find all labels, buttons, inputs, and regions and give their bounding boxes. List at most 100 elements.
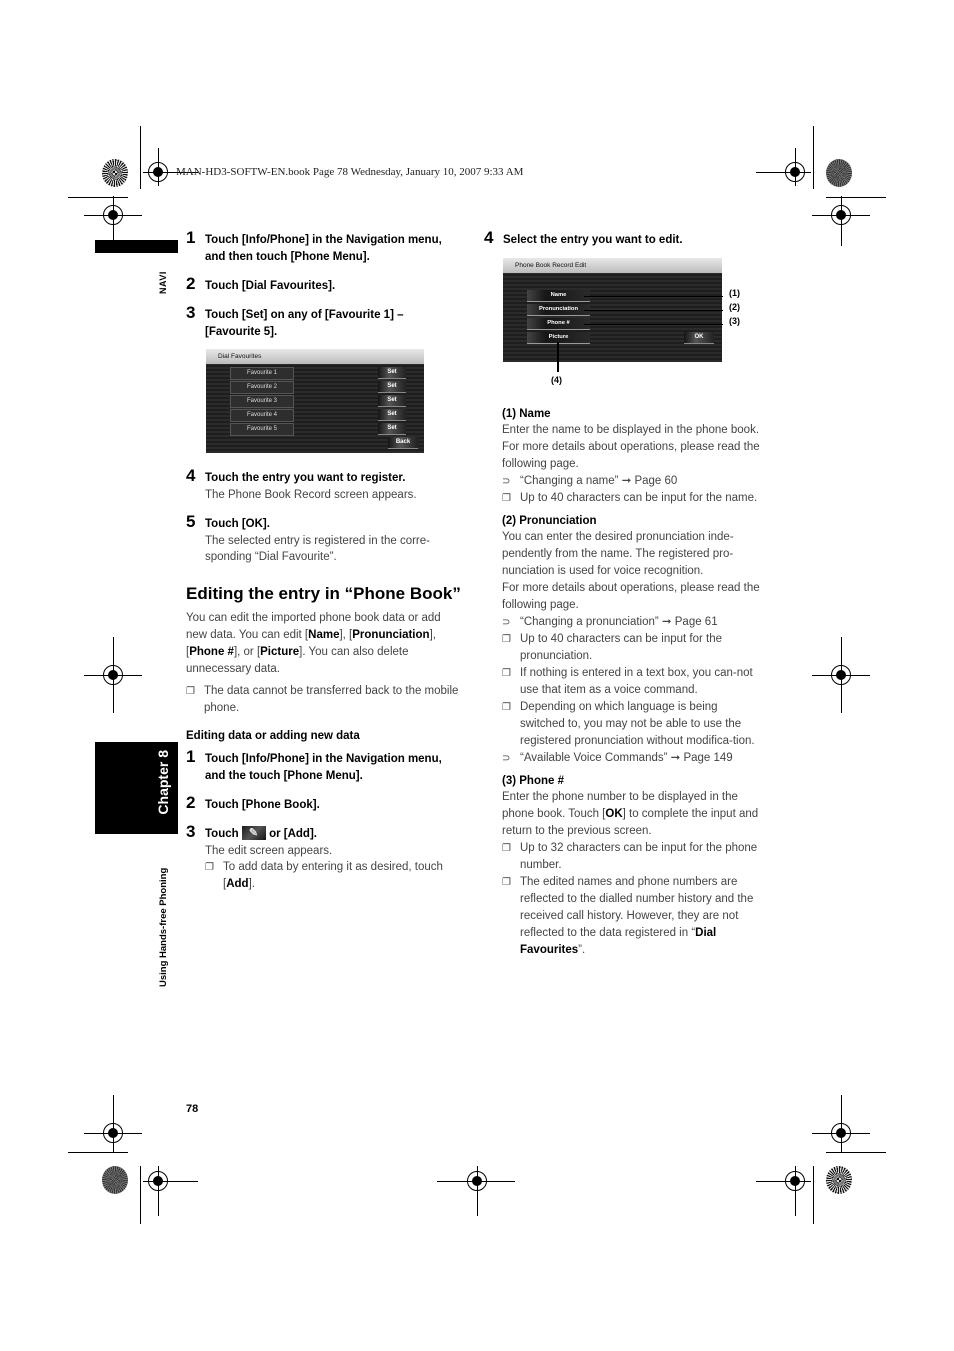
note-item: ❐ Up to 32 characters can be input for t… — [502, 840, 762, 874]
bold-term: Add — [226, 878, 249, 890]
step-text: Touch [Phone Book]. — [205, 798, 320, 811]
navi-tab-label: NAVI — [158, 271, 168, 294]
step-number: 3 — [186, 821, 196, 841]
note-text: Depending on which language is being swi… — [520, 701, 755, 747]
note-box-icon: ❐ — [502, 634, 511, 645]
note-item: ❐ To add data by entering it as desired,… — [205, 859, 461, 893]
ok-button[interactable]: OK — [684, 332, 714, 344]
favourite-field[interactable]: Favourite 3 — [230, 395, 294, 408]
crop-mark — [140, 1166, 141, 1224]
crop-mark — [826, 1152, 886, 1153]
crop-mark — [826, 197, 886, 198]
crop-mark — [143, 1181, 198, 1182]
favourite-field[interactable]: Favourite 5 — [230, 423, 294, 436]
set-button[interactable]: Set — [378, 367, 406, 379]
item-heading: (1) Name — [502, 408, 551, 420]
reference-link[interactable]: “Changing a name” ➞ Page 60 — [520, 475, 677, 487]
note-box-icon: ❐ — [186, 685, 195, 697]
callout-line — [584, 310, 723, 311]
callout-label: (2) — [729, 302, 740, 312]
crop-mark — [756, 1181, 811, 1182]
note-item: ❐ The edited names and phone numbers are… — [502, 874, 762, 959]
callout-label: (4) — [551, 375, 562, 385]
step-number: 1 — [186, 746, 196, 766]
step: 3 Touch [Set] on any of [Favourite 1] – … — [186, 303, 461, 341]
pronunciation-button[interactable]: Pronunciation — [527, 304, 590, 316]
step-text: Touch [Info/Phone] in the Navigation men… — [205, 234, 442, 263]
reference-arrow-icon: ⊃ — [502, 617, 511, 628]
step-text: Touch or [Add]. — [205, 825, 461, 843]
paragraph: Enter the name to be displayed in the ph… — [502, 424, 760, 436]
crop-mark — [841, 1095, 842, 1153]
crop-mark — [795, 148, 796, 186]
note-box-icon: ❐ — [205, 862, 214, 873]
note-box-icon: ❐ — [502, 843, 511, 854]
section-side-label: Using Hands-free Phoning — [158, 867, 169, 987]
set-button[interactable]: Set — [378, 409, 406, 421]
note-box-icon: ❐ — [502, 493, 511, 504]
note-box-icon: ❐ — [502, 877, 511, 888]
section-title: Editing the entry in “Phone Book” — [186, 583, 461, 603]
right-column: 4 Select the entry you want to edit. — [484, 228, 759, 257]
step-description: The selected entry is registered in the … — [205, 534, 430, 564]
print-header: MAN-HD3-SOFTW-EN.book Page 78 Wednesday,… — [176, 166, 524, 178]
phone-number-button[interactable]: Phone # — [527, 318, 590, 330]
callout-line — [584, 296, 723, 297]
crop-mark — [113, 196, 114, 246]
step-number: 5 — [186, 511, 196, 531]
text: ], or [ — [233, 645, 261, 658]
crop-mark — [813, 126, 814, 189]
crop-mark — [113, 637, 114, 713]
note-text: ]. — [248, 878, 255, 890]
note-text: The edited names and phone numbers are r… — [520, 876, 754, 939]
bold-term: Name — [308, 628, 340, 641]
reference-arrow-icon: ⊃ — [502, 476, 511, 487]
bold-term: Picture — [260, 645, 300, 658]
crop-mark — [437, 1181, 515, 1182]
note-text: To add data by entering it as desired, t… — [223, 861, 443, 890]
crop-mark — [756, 172, 811, 173]
reference-arrow-icon: ⊃ — [502, 753, 511, 764]
name-button[interactable]: Name — [527, 290, 590, 302]
step: 3 Touch or [Add]. The edit screen appear… — [186, 822, 461, 894]
reference-item[interactable]: ⊃ “Changing a name” ➞ Page 60 — [502, 473, 762, 490]
step: 1 Touch [Info/Phone] in the Navigation m… — [186, 747, 461, 785]
paragraph: For more details about operations, pleas… — [502, 441, 760, 470]
note-item: ❐ Depending on which language is being s… — [502, 699, 762, 750]
note-item: ❐ The data cannot be transferred back to… — [186, 683, 461, 717]
set-button[interactable]: Set — [378, 395, 406, 407]
item-heading: (2) Pronunciation — [502, 515, 597, 527]
favourite-field[interactable]: Favourite 2 — [230, 381, 294, 394]
note-item: ❐ Up to 40 characters can be input for t… — [502, 631, 762, 665]
crop-mark — [841, 196, 842, 246]
bold-term: Pronunciation — [352, 628, 430, 641]
back-button[interactable]: Back — [388, 437, 418, 449]
note-text: Up to 40 characters can be input for the… — [520, 492, 758, 504]
reference-item[interactable]: ⊃ “Available Voice Commands” ➞ Page 149 — [502, 750, 762, 767]
reference-link[interactable]: “Available Voice Commands” ➞ Page 149 — [520, 752, 733, 764]
callout-label: (1) — [729, 288, 740, 298]
favourite-field[interactable]: Favourite 1 — [230, 367, 294, 380]
step: 4 Touch the entry you want to register. … — [186, 466, 461, 504]
note-item: ❐ Up to 40 characters can be input for t… — [502, 490, 762, 507]
step: 1 Touch [Info/Phone] in the Navigation m… — [186, 228, 461, 266]
subsection-title: Editing data or adding new data — [186, 729, 360, 742]
crop-mark — [841, 637, 842, 713]
reference-item[interactable]: ⊃ “Changing a pronunciation” ➞ Page 61 — [502, 614, 762, 631]
set-button[interactable]: Set — [378, 423, 406, 435]
set-button[interactable]: Set — [378, 381, 406, 393]
text: Touch — [205, 827, 239, 840]
text: or [Add]. — [269, 827, 317, 840]
reference-link[interactable]: “Changing a pronunciation” ➞ Page 61 — [520, 616, 718, 628]
crop-mark — [813, 1166, 814, 1224]
step: 2 Touch [Dial Favourites]. — [186, 274, 461, 295]
note-text: Up to 32 characters can be input for the… — [520, 842, 758, 871]
callout-line — [584, 324, 723, 325]
crop-mark — [795, 1166, 796, 1216]
favourite-field[interactable]: Favourite 4 — [230, 409, 294, 422]
step-text: Touch the entry you want to register. — [205, 472, 406, 484]
paragraph: You can enter the desired pronunciation … — [502, 531, 734, 577]
crop-mark — [158, 148, 159, 186]
bold-term: Phone # — [189, 645, 234, 658]
step-text: Touch [Set] on any of [Favourite 1] – [F… — [205, 309, 404, 338]
